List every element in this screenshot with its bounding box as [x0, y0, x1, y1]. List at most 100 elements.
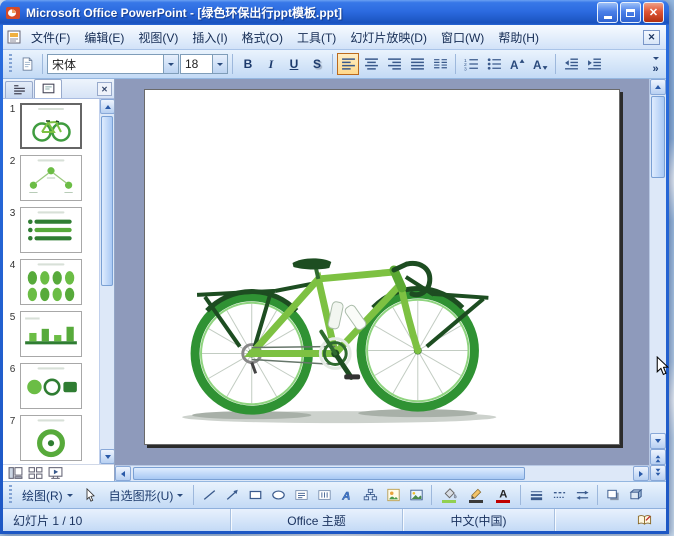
slide-thumbnail-3[interactable]	[20, 207, 82, 253]
menu-file[interactable]: 文件(F)	[24, 26, 77, 49]
draw-menu-button[interactable]: 绘图(R)	[16, 484, 79, 506]
rectangle-tool-button[interactable]	[244, 484, 266, 506]
dash-style-button[interactable]	[548, 484, 570, 506]
next-slide-button[interactable]	[650, 465, 666, 481]
close-button[interactable]: ✕	[643, 2, 664, 23]
normal-view-button[interactable]	[6, 466, 24, 480]
text-shadow-button[interactable]: S	[306, 53, 328, 75]
slide-thumbnail-1[interactable]	[20, 103, 82, 149]
line-color-button[interactable]	[463, 484, 489, 506]
autoshapes-menu-button[interactable]: 自选图形(U)	[103, 484, 190, 506]
slide-thumbnail-5[interactable]	[20, 311, 82, 357]
wordart-button[interactable]	[336, 484, 358, 506]
decrease-font-button[interactable]	[529, 53, 551, 75]
new-slide-button[interactable]	[16, 53, 38, 75]
thumb-scroll-up-button[interactable]	[100, 99, 114, 114]
fill-color-button[interactable]	[436, 484, 462, 506]
line-tool-button[interactable]	[198, 484, 220, 506]
thumb-scroll-thumb[interactable]	[101, 116, 113, 286]
thumbnails-scrollbar[interactable]	[99, 99, 114, 464]
slide-canvas[interactable]	[144, 89, 620, 445]
scroll-left-button[interactable]	[115, 466, 131, 481]
font-color-button[interactable]	[490, 484, 516, 506]
scroll-up-button[interactable]	[650, 79, 666, 95]
thumb-scroll-down-button[interactable]	[100, 449, 114, 464]
bold-button[interactable]: B	[237, 53, 259, 75]
arrow-tool-button[interactable]	[221, 484, 243, 506]
green-bicycle-image[interactable]	[145, 90, 619, 444]
thumb-scroll-track[interactable]	[100, 114, 114, 449]
status-bar: 幻灯片 1 / 10 Office 主题 中文(中国)	[3, 508, 666, 531]
vertical-textbox-button[interactable]	[313, 484, 335, 506]
arrow-down-icon	[655, 439, 661, 446]
overflow-chevron-icon: »	[652, 63, 659, 75]
tab-slides[interactable]	[34, 79, 62, 98]
maximize-icon	[626, 8, 635, 17]
insert-diagram-button[interactable]	[359, 484, 381, 506]
numbered-list-button[interactable]	[460, 53, 482, 75]
size-dropdown-arrow-icon[interactable]	[212, 55, 227, 73]
spellcheck-book-icon[interactable]	[637, 513, 652, 527]
v-scroll-track[interactable]	[650, 95, 666, 433]
client-area: 文件(F) 编辑(E) 视图(V) 插入(I) 格式(O) 工具(T) 幻灯片放…	[3, 25, 666, 531]
vertical-scrollbar[interactable]	[649, 79, 666, 481]
slide-thumbnail-4[interactable]	[20, 259, 82, 305]
align-center-button[interactable]	[360, 53, 382, 75]
h-scroll-thumb[interactable]	[133, 467, 525, 480]
insert-clipart-button[interactable]	[382, 484, 404, 506]
menu-format[interactable]: 格式(O)	[235, 26, 290, 49]
slide-thumbnail-7[interactable]	[20, 415, 82, 461]
shadow-style-button[interactable]	[602, 484, 624, 506]
align-left-button[interactable]	[337, 53, 359, 75]
slide-thumbnail-6[interactable]	[20, 363, 82, 409]
increase-indent-button[interactable]	[583, 53, 605, 75]
line-style-button[interactable]	[525, 484, 547, 506]
menu-slideshow[interactable]: 幻灯片放映(D)	[343, 26, 434, 49]
underline-button[interactable]: U	[283, 53, 305, 75]
minimize-button[interactable]	[597, 2, 618, 23]
menu-insert[interactable]: 插入(I)	[185, 26, 234, 49]
decrease-indent-button[interactable]	[560, 53, 582, 75]
h-scroll-track[interactable]	[131, 466, 633, 481]
toolbar-grip[interactable]	[9, 54, 12, 74]
menu-bar: 文件(F) 编辑(E) 视图(V) 插入(I) 格式(O) 工具(T) 幻灯片放…	[3, 25, 666, 50]
previous-slide-button[interactable]	[650, 449, 666, 465]
bullet-list-button[interactable]	[483, 53, 505, 75]
increase-font-button[interactable]	[506, 53, 528, 75]
columns-button[interactable]	[429, 53, 451, 75]
toolbar-grip[interactable]	[9, 485, 12, 505]
document-close-button[interactable]: ✕	[643, 29, 660, 45]
font-name-select[interactable]: 宋体	[47, 54, 179, 74]
pane-close-button[interactable]: ✕	[97, 82, 112, 96]
scroll-right-button[interactable]	[633, 466, 649, 481]
tab-outline[interactable]	[5, 81, 33, 98]
menu-tools[interactable]: 工具(T)	[290, 26, 343, 49]
scroll-down-button[interactable]	[650, 433, 666, 449]
font-dropdown-arrow-icon[interactable]	[163, 55, 178, 73]
oval-tool-button[interactable]	[267, 484, 289, 506]
select-objects-button[interactable]	[80, 484, 102, 506]
menu-window[interactable]: 窗口(W)	[434, 26, 491, 49]
menu-edit[interactable]: 编辑(E)	[77, 26, 131, 49]
maximize-button[interactable]	[620, 2, 641, 23]
italic-button[interactable]: I	[260, 53, 282, 75]
toolbar-options-button[interactable]: »	[648, 52, 663, 76]
horizontal-scrollbar[interactable]	[115, 465, 649, 481]
threed-style-button[interactable]	[625, 484, 647, 506]
textbox-tool-button[interactable]	[290, 484, 312, 506]
justify-button[interactable]	[406, 53, 428, 75]
menu-view[interactable]: 视图(V)	[131, 26, 185, 49]
insert-picture-button[interactable]	[405, 484, 427, 506]
font-size-select[interactable]: 18	[180, 54, 228, 74]
arrow-style-button[interactable]	[571, 484, 593, 506]
v-scroll-thumb[interactable]	[651, 96, 665, 178]
menu-help[interactable]: 帮助(H)	[491, 26, 546, 49]
view-buttons	[3, 464, 114, 481]
slideshow-button[interactable]	[46, 466, 64, 480]
slide-thumbnail-2[interactable]	[20, 155, 82, 201]
theme-indicator[interactable]: Office 主题	[231, 509, 403, 531]
slide-sorter-view-button[interactable]	[26, 466, 44, 480]
align-right-button[interactable]	[383, 53, 405, 75]
title-bar[interactable]: Microsoft Office PowerPoint - [绿色环保出行ppt…	[0, 0, 669, 25]
language-indicator[interactable]: 中文(中国)	[403, 509, 555, 531]
